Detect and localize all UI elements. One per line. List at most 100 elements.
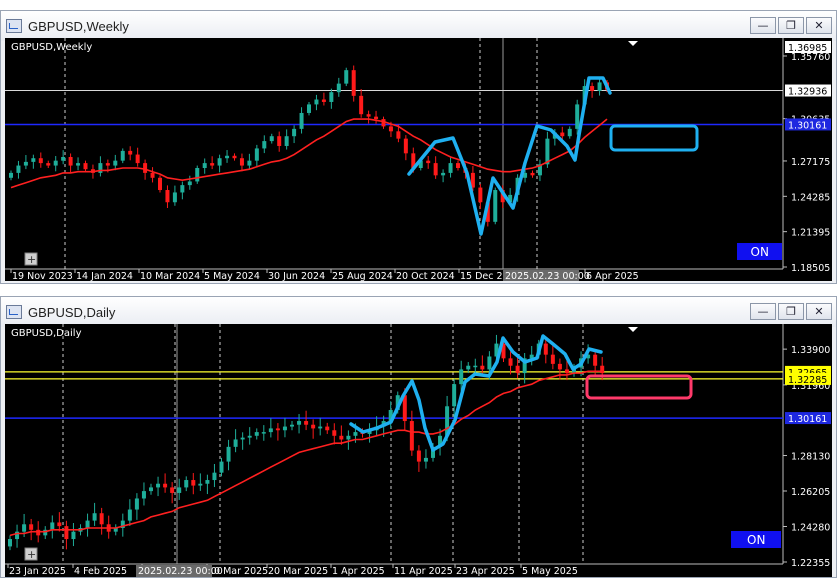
candle-body [38, 158, 43, 164]
candle-body [304, 421, 309, 425]
candle-body [452, 384, 457, 407]
candle-body [353, 432, 358, 436]
candle-body [493, 190, 498, 222]
candle-body [530, 172, 535, 176]
candle-body [409, 421, 414, 451]
chart-symbol-label: GBPUSD,Weekly [11, 42, 92, 53]
candle-body [575, 104, 580, 129]
minimize-button[interactable]: — [750, 17, 776, 34]
candle-body [543, 343, 548, 355]
candle-body [339, 435, 344, 440]
candle-body [180, 185, 185, 193]
candle-body [85, 520, 90, 528]
price-label-value: 1.32936 [788, 87, 827, 98]
candle-body [219, 461, 224, 473]
time-axis-label: 5 May 2025 [522, 566, 578, 577]
restore-button[interactable]: ❐ [778, 303, 804, 320]
crosshair-time-label: 2025.02.23 00:00 [138, 566, 223, 577]
candle-body [187, 181, 192, 186]
candle-body [567, 128, 572, 137]
window-title: GBPUSD,Weekly [28, 18, 129, 34]
candle-body [261, 432, 266, 434]
candle-body [297, 421, 302, 425]
candle-body [374, 116, 379, 120]
time-axis-label: 25 Aug 2024 [332, 271, 393, 281]
candle-body [156, 483, 161, 488]
time-axis-label: 5 May 2024 [204, 271, 260, 281]
candle-body [57, 522, 62, 527]
candle-body [53, 160, 58, 166]
candle-body [254, 432, 259, 436]
time-axis-label: 6 Apr 2025 [586, 271, 639, 281]
candle-body [71, 531, 76, 540]
candle-body [396, 131, 401, 139]
restore-button[interactable]: ❐ [778, 17, 804, 34]
candle-body [557, 363, 562, 370]
price-axis-label: 1.18505 [791, 263, 830, 274]
chart-window-icon [6, 305, 22, 319]
candle-body [61, 156, 66, 161]
candle-body [170, 487, 175, 493]
on-button-label: ON [751, 245, 769, 259]
candle-body [433, 163, 438, 176]
candle-body [456, 163, 460, 169]
candle-body [113, 160, 118, 166]
candle-body [198, 483, 203, 486]
daily-chart-area[interactable]: GBPUSD,Daily 1.33900 1.31960 1.28130 1.26205… [5, 324, 832, 577]
price-label-value: 1.30161 [788, 414, 827, 425]
candle-body [143, 163, 148, 173]
candle-body [321, 99, 326, 102]
candle-body [158, 177, 162, 191]
candle-body [466, 365, 471, 370]
chart-window-icon [6, 19, 22, 33]
candle-body [359, 95, 364, 115]
crosshair-time-label: 2025.02.23 00:00 [505, 271, 590, 281]
candle-body [550, 354, 555, 364]
candle-body [247, 160, 252, 166]
candle-body [134, 498, 139, 510]
candle-body [268, 428, 273, 433]
candle-body [141, 491, 146, 499]
candle-body [172, 192, 177, 203]
candle-body [232, 155, 237, 159]
candle-body [597, 82, 602, 91]
candle-body [366, 114, 371, 117]
candle-body [210, 163, 215, 166]
weekly-candlestick-chart[interactable]: GBPUSD,Weekly1.357601.306351.271751.2428… [5, 38, 832, 282]
candle-body [560, 132, 565, 137]
candle-body [351, 70, 356, 96]
close-button[interactable]: ✕ [806, 17, 832, 34]
price-axis-label: 1.33900 [791, 345, 830, 356]
candle-body [195, 168, 200, 182]
candle-body [473, 365, 478, 368]
candle-body [233, 439, 238, 447]
time-axis-label: 10 Mar 2024 [140, 271, 200, 281]
candle-body [423, 457, 428, 462]
time-axis-label: 23 Apr 2025 [456, 566, 515, 577]
price-axis-label: 1.24280 [791, 523, 830, 534]
candle-body [135, 154, 140, 164]
candle-body [191, 480, 196, 486]
close-button[interactable]: ✕ [806, 303, 832, 320]
time-axis-label: 30 Jun 2024 [268, 271, 325, 281]
window-title: GBPUSD,Daily [28, 304, 116, 320]
candle-body [150, 172, 155, 178]
candle-body [593, 354, 598, 366]
candle-body [99, 513, 104, 525]
candle-body [92, 513, 97, 521]
candle-body [36, 529, 41, 536]
candle-body [120, 150, 125, 161]
candle-body [346, 435, 351, 440]
candle-body [22, 524, 27, 532]
daily-candlestick-chart[interactable]: GBPUSD,Daily1.339001.319601.281301.26205… [5, 324, 832, 577]
weekly-chart-area[interactable]: GBPUSD,Weekly1.357601.306351.271751.2428… [5, 38, 832, 282]
price-axis-label: 1.24285 [791, 192, 830, 203]
candle-body [292, 128, 297, 137]
price-axis-label: 1.26205 [791, 487, 830, 498]
weekly-window-titlebar[interactable]: GBPUSD,Weekly — ❐ ✕ [1, 11, 836, 41]
daily-chart-window: GBPUSD,Daily — ❐ ✕ GBPUSD,Daily 1.33900 1.… [0, 296, 837, 578]
daily-window-titlebar[interactable]: GBPUSD,Daily — ❐ ✕ [1, 297, 836, 327]
price-axis-label: 1.21395 [791, 228, 830, 239]
candle-body [332, 430, 337, 436]
minimize-button[interactable]: — [750, 303, 776, 320]
